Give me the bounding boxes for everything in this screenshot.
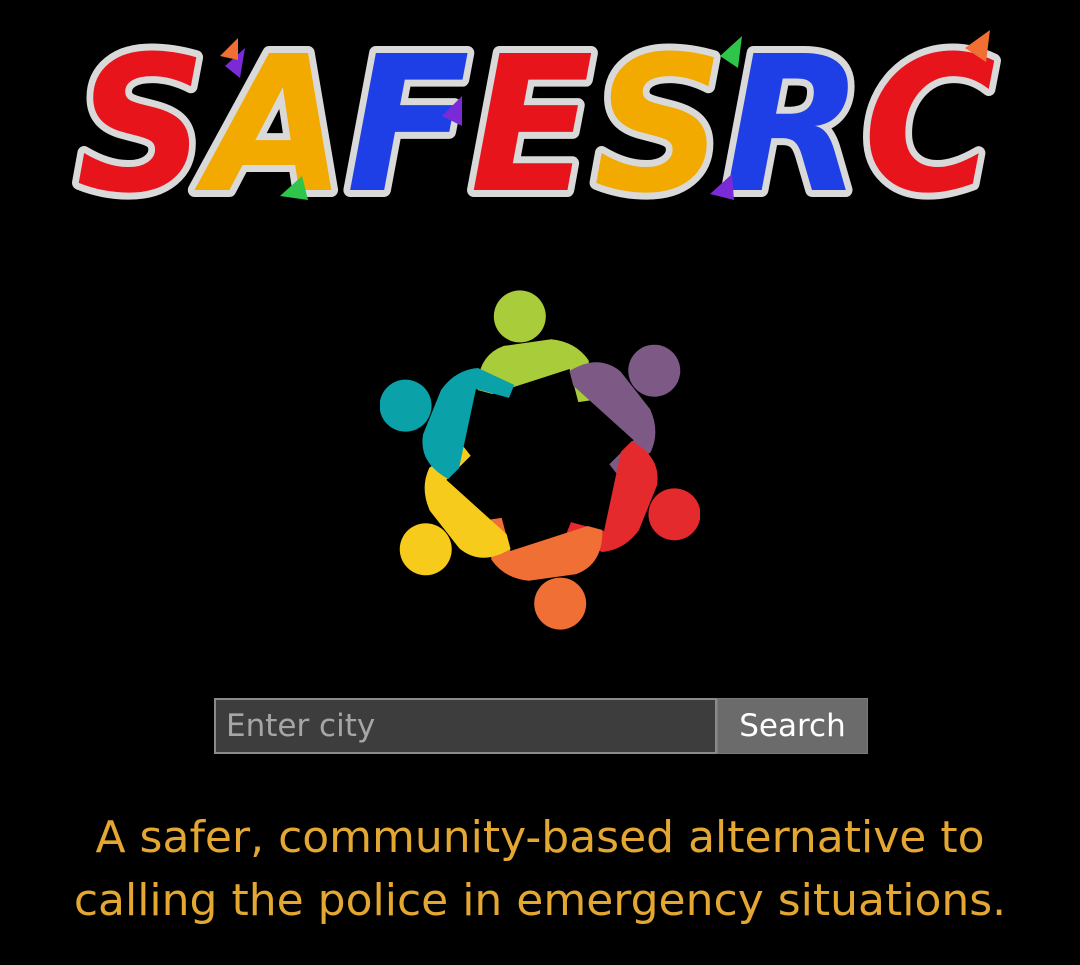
tagline-line-2: calling the police in emergency situatio… <box>73 875 1007 926</box>
logo-letter: E <box>470 16 594 218</box>
person-figure <box>487 517 603 630</box>
people-figures <box>380 290 700 630</box>
logo-letter: S <box>76 16 206 218</box>
search-button[interactable]: Search <box>717 698 868 754</box>
logo-wordmark: SAFESRC <box>76 16 996 218</box>
city-search-input[interactable] <box>214 698 717 754</box>
tagline: A safer, community-based alternative to … <box>0 806 1080 932</box>
search-bar: Search <box>214 698 868 754</box>
logo-svg: SAFESRC SAFESRC <box>70 9 1003 218</box>
logo-letter: S <box>594 16 724 218</box>
safesrc-logo: SAFESRC SAFESRC <box>70 8 1010 218</box>
person-head <box>493 290 546 343</box>
emblem-svg <box>380 290 700 630</box>
tagline-line-1: A safer, community-based alternative to <box>95 812 985 863</box>
logo-letter: R <box>724 16 863 218</box>
community-circle-icon <box>380 270 700 650</box>
person-figure <box>477 290 593 403</box>
logo-letter: A <box>194 16 347 218</box>
person-head <box>534 577 587 630</box>
